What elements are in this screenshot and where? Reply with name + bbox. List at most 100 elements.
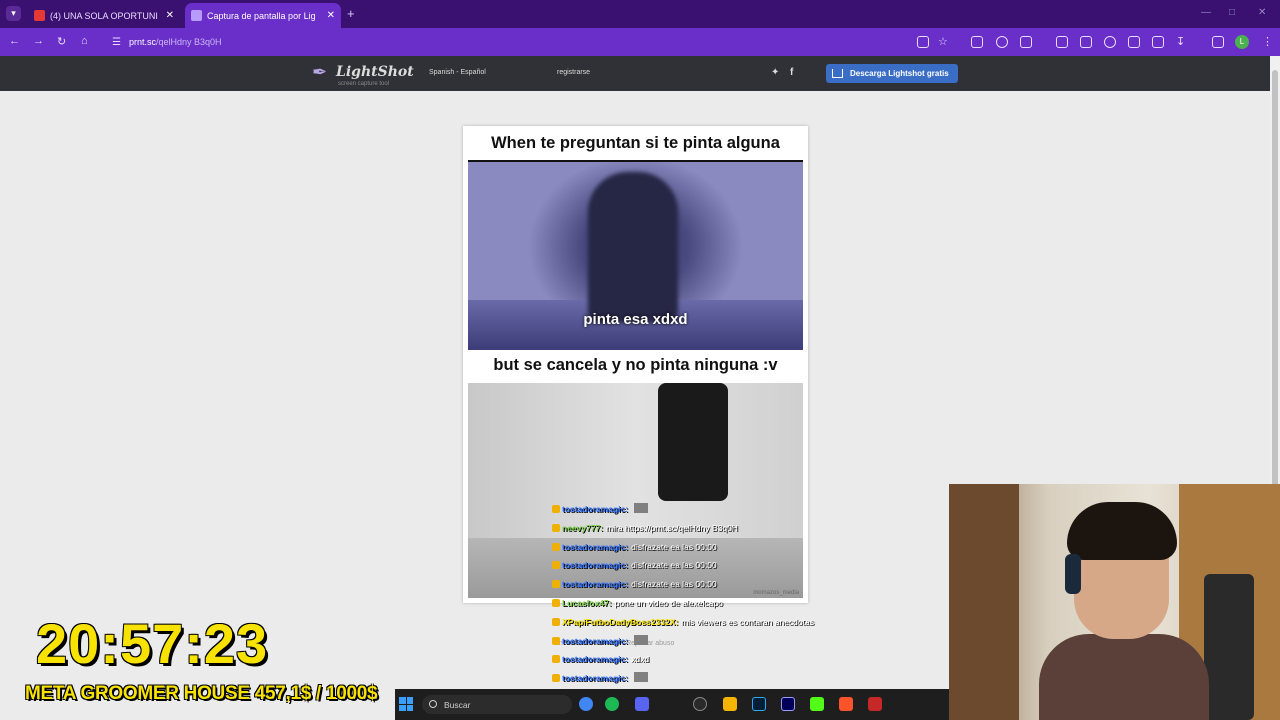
windows-start-icon[interactable] xyxy=(399,697,413,711)
history-icon[interactable] xyxy=(1104,36,1116,48)
chat-username: XPapiFutboDadyBoss2332X: xyxy=(562,616,679,627)
tab-youtube[interactable]: (4) UNA SOLA OPORTUNIDAD ✕ xyxy=(28,3,180,28)
chat-message: XPapiFutboDadyBoss2332X: mis viewers es c… xyxy=(552,613,872,632)
chat-text: mis viewers es contaran anecdotas xyxy=(681,616,814,627)
maximize-icon[interactable]: □ xyxy=(1229,7,1235,18)
chat-text: disfrazate ea las 00:00 xyxy=(631,579,717,590)
forward-icon[interactable]: → xyxy=(33,35,44,47)
reload-icon[interactable]: ↻ xyxy=(57,35,66,48)
dancing-man xyxy=(588,172,678,322)
meme-caption-bottom: but se cancela y no pinta ninguna :v xyxy=(493,356,778,374)
tab-title: (4) UNA SOLA OPORTUNIDAD xyxy=(50,10,158,21)
chat-text: pone un video de alexelcapo xyxy=(614,597,723,608)
search-icon xyxy=(429,700,437,708)
brave-icon[interactable] xyxy=(839,697,853,711)
chat-badge-icon xyxy=(552,655,560,664)
chat-badge-icon xyxy=(552,523,560,532)
language-selector[interactable]: Spanish - Español xyxy=(429,69,486,76)
stream-clock: 20:57:23 xyxy=(36,612,269,675)
twitter-icon[interactable]: ✦ xyxy=(771,67,779,78)
youtube-icon xyxy=(34,10,45,21)
chrome-icon[interactable] xyxy=(579,697,593,711)
feather-icon: ✒ xyxy=(312,62,328,82)
webcam-feed xyxy=(949,484,1280,720)
chat-username: tostadoramagic: xyxy=(562,579,629,590)
premiere-icon[interactable] xyxy=(781,697,795,711)
back-icon[interactable]: ← xyxy=(9,35,20,47)
lightshot-logo[interactable]: ✒ LightShot screen capture tool xyxy=(312,62,414,87)
install-app-icon[interactable] xyxy=(917,36,929,48)
new-tab-icon[interactable]: + xyxy=(347,6,355,21)
chat-username: tostadoramagic: xyxy=(562,560,629,571)
close-tab-icon[interactable]: ✕ xyxy=(327,10,335,21)
search-placeholder: Buscar xyxy=(444,699,471,710)
discord-icon[interactable] xyxy=(635,697,649,711)
extension-icon[interactable] xyxy=(1080,36,1092,48)
kick-icon[interactable] xyxy=(810,697,824,711)
chat-emote-icon xyxy=(634,503,649,513)
chat-text: disfrazate ea las 00:00 xyxy=(631,560,717,571)
tab-search-menu-icon[interactable]: ▾ xyxy=(6,6,21,21)
obs-icon[interactable] xyxy=(693,697,707,711)
extension-icon[interactable] xyxy=(971,36,983,48)
chat-username: tostadoramagic: xyxy=(562,654,629,665)
download-lightshot-button[interactable]: Descarga Lightshot gratis xyxy=(826,64,958,83)
close-tab-icon[interactable]: ✕ xyxy=(166,10,174,21)
chat-message: tostadoramagic: xyxy=(552,669,872,688)
chat-message: tostadoramagic: disfrazate ea las 00:00 xyxy=(552,556,872,575)
photoshop-icon[interactable] xyxy=(752,697,766,711)
extension-icon[interactable] xyxy=(1152,36,1164,48)
chat-emote-icon xyxy=(634,634,649,645)
chat-username: Lucasfox47: xyxy=(562,597,612,608)
chat-message: tostadoramagic: disfrazate ea las 00:00 xyxy=(552,538,872,557)
chat-message: tostadoramagic: xyxy=(552,500,872,519)
bookmark-star-icon[interactable]: ☆ xyxy=(938,35,948,48)
chat-username: tostadoramagic: xyxy=(562,635,629,646)
chat-badge-icon xyxy=(552,561,560,570)
menu-kebab-icon[interactable]: ⋮ xyxy=(1262,35,1273,48)
chat-text: disfrazate ea las 00:00 xyxy=(631,541,717,552)
chat-badge-icon xyxy=(552,598,560,607)
reading-list-icon[interactable] xyxy=(1212,36,1224,48)
download-icon[interactable]: ↧ xyxy=(1176,35,1185,48)
chat-username: tostadoramagic: xyxy=(562,673,629,684)
tab-lightshot[interactable]: Captura de pantalla por Lightsh ✕ xyxy=(185,3,341,28)
brand-tagline: screen capture tool xyxy=(338,81,390,87)
address-bar[interactable]: ☰ prnt.sc/qelHdny B3q0H xyxy=(106,32,966,52)
site-info-icon[interactable]: ☰ xyxy=(112,37,121,48)
minimize-icon[interactable]: — xyxy=(1201,7,1211,18)
profile-avatar[interactable]: L xyxy=(1235,35,1249,49)
extension-icon[interactable] xyxy=(1128,36,1140,48)
facebook-icon[interactable]: f xyxy=(790,67,793,78)
extensions-puzzle-icon[interactable] xyxy=(1020,36,1032,48)
chat-message: tostadoramagic: disfrazate ea las 00:00 xyxy=(552,575,872,594)
download-tray-icon xyxy=(832,69,843,78)
browser-tab-bar: ▾ (4) UNA SOLA OPORTUNIDAD ✕ Captura de … xyxy=(0,0,1280,28)
tab-title: Captura de pantalla por Lightsh xyxy=(207,10,315,21)
download-label: Descarga Lightshot gratis xyxy=(850,69,949,78)
url-path: /qelHdny B3q0H xyxy=(155,37,222,47)
brand-name: LightShot xyxy=(336,64,414,80)
close-window-icon[interactable]: ✕ xyxy=(1258,7,1266,18)
chat-badge-icon xyxy=(552,505,560,513)
browser-toolbar: ← → ↻ ⌂ ☰ prnt.sc/qelHdny B3q0H ☆ ↧ L ⋮ xyxy=(0,28,1280,56)
chat-badge-icon xyxy=(552,674,560,683)
register-link[interactable]: registrarse xyxy=(557,69,590,76)
standing-man xyxy=(658,383,728,501)
voicemeeter-icon[interactable] xyxy=(868,697,882,711)
extension-icon[interactable] xyxy=(996,36,1008,48)
file-explorer-icon[interactable] xyxy=(723,697,737,711)
chat-username: tostadoramagic: xyxy=(562,541,629,552)
chat-badge-icon xyxy=(552,542,560,551)
taskbar-search[interactable]: Buscar xyxy=(422,695,572,714)
meme-subtitle: pinta esa xdxd xyxy=(583,311,688,328)
chat-emote-icon xyxy=(634,672,649,683)
extension-icon[interactable] xyxy=(1056,36,1068,48)
home-icon[interactable]: ⌂ xyxy=(81,35,88,47)
chat-text: xdxd xyxy=(631,654,650,665)
donation-goal: META GROOMER HOUSE 457,1$ / 1000$ xyxy=(25,683,378,704)
url-host: prnt.sc xyxy=(128,37,156,47)
spotify-icon[interactable] xyxy=(605,697,619,711)
stream-chat-overlay: tostadoramagic: neevy777: mira https://prn… xyxy=(552,500,872,707)
chat-badge-icon xyxy=(552,580,560,589)
